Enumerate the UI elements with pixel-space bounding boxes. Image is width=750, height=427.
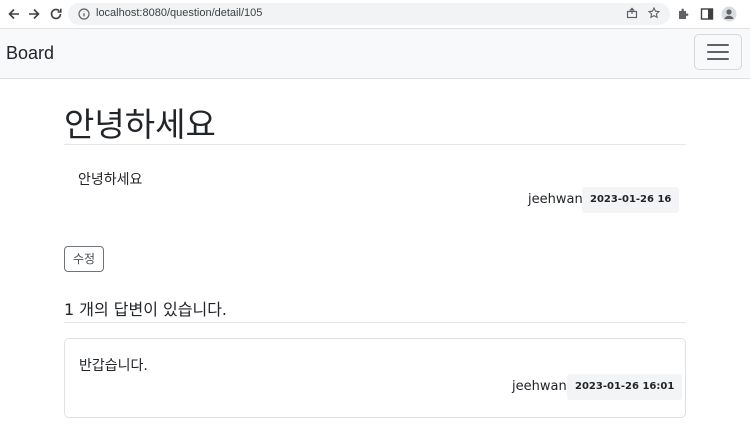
title-divider <box>64 144 686 145</box>
app-navbar: Board <box>0 29 750 79</box>
hamburger-line <box>707 58 729 60</box>
answer-date-badge: 2023-01-26 16:01 <box>567 374 683 400</box>
share-icon[interactable] <box>624 7 640 23</box>
question-author: jeehwan <box>528 192 583 207</box>
side-panel-icon[interactable] <box>700 6 716 22</box>
bookmark-star-icon[interactable] <box>646 6 662 23</box>
extensions-icon[interactable] <box>676 6 692 22</box>
url-text: localhost:8080/question/detail/105 <box>96 7 263 19</box>
navbar-toggler-button[interactable] <box>694 34 742 70</box>
answer-author: jeehwan <box>512 379 567 394</box>
hamburger-line <box>707 51 729 53</box>
answer-body: 반갑습니다. <box>79 358 148 374</box>
question-date-badge: 2023-01-26 16 <box>582 187 680 213</box>
profile-avatar-icon[interactable] <box>721 6 737 22</box>
question-body: 안녕하세요 <box>78 172 143 188</box>
reload-icon[interactable] <box>46 4 66 24</box>
browser-toolbar: localhost:8080/question/detail/105 <box>0 0 750 29</box>
answer-count-heading: 1 개의 답변이 있습니다. <box>64 300 228 319</box>
edit-button[interactable]: 수정 <box>64 246 104 272</box>
site-info-icon[interactable] <box>78 8 90 20</box>
brand-link[interactable]: Board <box>6 43 54 64</box>
back-arrow-icon[interactable] <box>4 4 24 24</box>
answers-divider <box>64 322 686 323</box>
forward-arrow-icon[interactable] <box>24 4 44 24</box>
answer-card: 반갑습니다. jeehwan 2023-01-26 16:01 <box>64 338 686 418</box>
address-bar[interactable]: localhost:8080/question/detail/105 <box>68 3 670 25</box>
hamburger-icon <box>707 44 729 46</box>
question-title: 안녕하세요 <box>64 105 216 144</box>
